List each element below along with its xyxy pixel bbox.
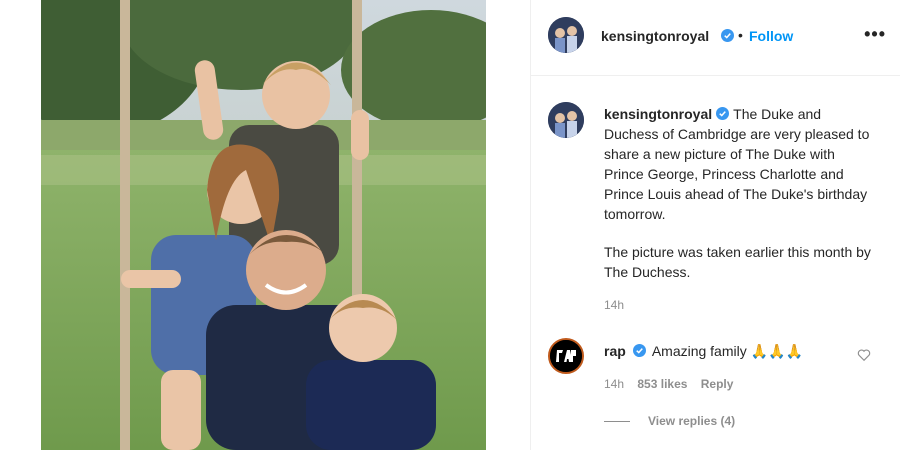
header-username[interactable]: kensingtonroyal — [601, 28, 709, 44]
heart-icon[interactable] — [857, 348, 871, 362]
caption-timestamp[interactable]: 14h — [604, 298, 624, 312]
avatar-icon — [548, 102, 584, 138]
avatar[interactable] — [548, 102, 584, 138]
caption-paragraph-2: The picture was taken earlier this month… — [604, 244, 871, 280]
view-replies-label: View replies (4) — [648, 414, 736, 428]
comment-avatar[interactable] — [548, 338, 584, 374]
follow-button[interactable]: Follow — [749, 28, 793, 44]
avatar-icon — [548, 17, 584, 53]
comment-body: Amazing family — [651, 343, 747, 359]
comment-timestamp[interactable]: 14h — [604, 377, 624, 391]
reply-button[interactable]: Reply — [701, 377, 734, 391]
comment-text: rap Amazing family 🙏🙏🙏 — [604, 343, 803, 360]
verified-badge-icon — [632, 344, 646, 357]
verified-badge-icon — [716, 107, 730, 120]
comment-username[interactable]: rap — [604, 343, 626, 359]
verified-badge-icon — [721, 29, 734, 42]
post-photo[interactable] — [41, 0, 486, 450]
family-photo-icon — [41, 0, 486, 450]
caption-text: kensingtonroyal The Duke and Duchess of C… — [604, 104, 874, 300]
comment-meta: 14h 853 likes Reply — [604, 377, 743, 391]
comment: rap Amazing family 🙏🙏🙏 14h 853 likes Rep… — [531, 330, 900, 450]
separator-dot: • — [738, 27, 743, 43]
caption-paragraph-1: The Duke and Duchess of Cambridge are ve… — [604, 106, 870, 222]
rap-logo-icon — [550, 340, 582, 372]
view-replies-button[interactable]: View replies (4) — [604, 414, 735, 428]
more-options-icon[interactable]: ••• — [864, 25, 886, 43]
comment-likes[interactable]: 853 likes — [637, 377, 687, 391]
caption-username[interactable]: kensingtonroyal — [604, 106, 712, 122]
praying-hands-icon: 🙏🙏🙏 — [750, 343, 803, 359]
post-header: kensingtonroyal • Follow ••• — [531, 0, 900, 76]
replies-line — [604, 421, 630, 423]
avatar[interactable] — [548, 17, 584, 53]
